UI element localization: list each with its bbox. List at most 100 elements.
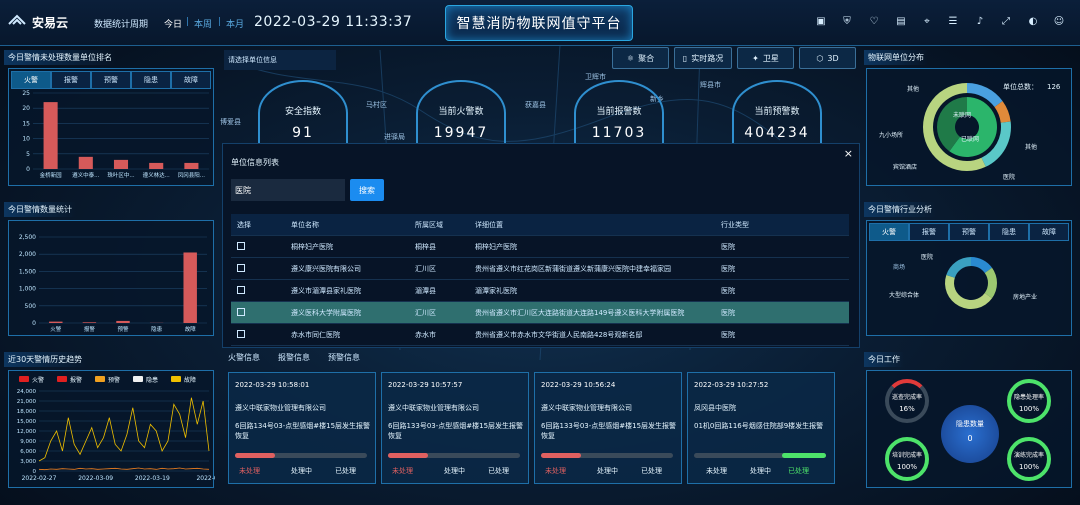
period-month[interactable]: 本月 — [226, 17, 244, 30]
card-org: 凤冈县中医院 — [694, 404, 736, 412]
bar — [78, 156, 93, 169]
y-tick-label: 6,000 — [20, 449, 36, 455]
unprocessed-ranking-panel: 火警 报警 预警 隐患 故障 0 5 10 15 20 25 金桥新园 遵义中泰... 珠叶区中… — [8, 68, 214, 186]
y-tick-label: 2,500 — [19, 234, 36, 241]
user-icon[interactable]: ☺ — [1053, 16, 1065, 28]
tab-warning-info[interactable]: 预警信息 — [328, 352, 360, 363]
y-tick-label: 0 — [26, 166, 30, 173]
progress-bar — [694, 453, 826, 458]
card-date: 2022-03-29 10:56:24 — [541, 381, 616, 389]
inner-label: 未联网 — [953, 111, 971, 119]
x-tick-label: 故障 — [185, 325, 197, 333]
ring-label: 培训完成率 — [891, 452, 922, 459]
row-checkbox[interactable] — [237, 263, 245, 272]
alarm-card[interactable]: 2022-03-29 10:56:24 遵义中联家物业管理有限公司 6回路133… — [534, 372, 682, 484]
col-name: 单位名称 — [291, 220, 319, 229]
period-week[interactable]: 本周 — [194, 17, 212, 30]
cell-name: 遵义市湄潭县家礼医院 — [291, 286, 361, 295]
map-label: 马村区 — [366, 101, 387, 109]
inner-label: 已联网 — [961, 135, 979, 143]
status-processing[interactable]: 处理中 — [597, 466, 618, 476]
alarm-card[interactable]: 2022-03-29 10:57:57 遵义中联家物业管理有限公司 6回路133… — [381, 372, 529, 484]
palette-icon[interactable]: ◐ — [1027, 16, 1039, 28]
status-processed[interactable]: 已处理 — [641, 466, 662, 476]
table-row[interactable]: 桐梓妇产医院 桐梓县 桐梓妇产医院 医院 — [231, 236, 849, 258]
alarm-card[interactable]: 2022-03-29 10:27:52 凤冈县中医院 01机0回路116号烟感住… — [687, 372, 835, 484]
satellite-button[interactable]: ✦ 卫星 — [737, 47, 794, 69]
row-checkbox[interactable] — [237, 329, 245, 338]
bar — [184, 162, 199, 169]
progress-bar — [541, 453, 673, 458]
shield-icon[interactable]: ⛨ — [841, 16, 853, 28]
3d-button[interactable]: ⬡ 3D — [799, 47, 856, 69]
row-checkbox[interactable] — [237, 307, 245, 316]
status-processing[interactable]: 处理中 — [444, 466, 465, 476]
search-button[interactable]: 搜索 — [350, 179, 384, 201]
tab-fire-info[interactable]: 火警信息 — [228, 352, 260, 363]
card-date: 2022-03-29 10:27:52 — [694, 381, 769, 389]
slice-label: 房地产业 — [1013, 293, 1037, 301]
status-unprocessed[interactable]: 未处理 — [239, 466, 260, 476]
search-input[interactable] — [231, 179, 345, 201]
period-label: 数据统计周期 — [94, 20, 149, 30]
bar — [113, 159, 129, 169]
card-org: 遵义中联家物业管理有限公司 — [388, 404, 479, 412]
status-unprocessed[interactable]: 未处理 — [706, 466, 727, 476]
drill-rate-ring: 演练完成率 100% — [1007, 437, 1051, 481]
status-unprocessed[interactable]: 未处理 — [392, 466, 413, 476]
ring-label: 隐患处理率 — [1013, 394, 1044, 401]
legend-label: 报警 — [70, 376, 82, 384]
hazard-count-value: 0 — [967, 434, 973, 443]
row-checkbox[interactable] — [237, 285, 245, 294]
slice-label: 九小场所 — [879, 131, 903, 139]
y-tick-label: 21,000 — [17, 399, 37, 405]
status-processing[interactable]: 处理中 — [291, 466, 312, 476]
building-icon[interactable]: ▤ — [895, 16, 907, 28]
table-row[interactable]: 赤水市同仁医院 赤水市 贵州省遵义市赤水市文华街道人民南路428号观新名邸 医院 — [231, 324, 849, 346]
status-processed[interactable]: 已处理 — [488, 466, 509, 476]
hazard-count-badge: 隐患数量 0 — [941, 405, 999, 463]
table-row[interactable]: 遵义市湄潭县家礼医院 湄潭县 湄潭家礼医院 医院 — [231, 280, 849, 302]
status-processed[interactable]: 已处理 — [335, 466, 356, 476]
status-processing[interactable]: 处理中 — [750, 466, 771, 476]
close-icon[interactable]: × — [844, 147, 853, 160]
status-processed[interactable]: 已处理 — [788, 466, 809, 476]
unit-select[interactable]: 请选择单位信息 — [224, 50, 336, 70]
unit-list-modal: 单位信息列表 × 搜索 选择 单位名称 所属区域 详细位置 行业类型 桐梓妇产医… — [222, 143, 860, 348]
cell-type: 医院 — [721, 330, 735, 339]
alarm-card[interactable]: 2022-03-29 10:58:01 遵义中联家物业管理有限公司 6回路134… — [228, 372, 376, 484]
heartbeat-icon[interactable]: ♡ — [868, 16, 880, 28]
bar — [149, 162, 164, 169]
location-icon[interactable]: ⌖ — [921, 16, 933, 28]
table-row[interactable]: 遵义康兴医院有限公司 汇川区 贵州省遵义市红花岗区新蒲街道遵义新蒲康兴医院中建幸… — [231, 258, 849, 280]
y-tick-label: 1,000 — [19, 286, 36, 293]
panel-title: 近30天警情历史趋势 — [4, 352, 87, 367]
x-tick-label: 2022-03 — [196, 475, 215, 482]
y-tick-label: 10 — [22, 136, 30, 143]
cluster-icon: ⚛ — [626, 53, 635, 63]
y-tick-label: 0 — [32, 320, 36, 327]
fullscreen-icon[interactable]: ⤢ — [1000, 16, 1012, 28]
center-label: 单位总数： — [1003, 82, 1038, 91]
kpi-safety-index: 安全指数 91 — [258, 80, 348, 146]
traffic-button[interactable]: ▯ 实时路况 — [674, 47, 732, 69]
cell-area: 桐梓县 — [415, 242, 436, 251]
col-select: 选择 — [237, 220, 251, 229]
table-row[interactable]: 遵义医科大学附属医院 汇川区 贵州省遵义市汇川区大连路街道大连路149号遵义医科… — [231, 302, 849, 324]
monitor-icon[interactable]: ▣ — [815, 16, 827, 28]
kpi-label: 当前报警数 — [596, 107, 642, 117]
series-line — [38, 467, 210, 471]
card-org: 遵义中联家物业管理有限公司 — [235, 404, 326, 412]
cell-type: 医院 — [721, 286, 735, 295]
document-icon[interactable]: ☰ — [947, 16, 959, 28]
speaker-icon[interactable]: ♪ — [974, 16, 986, 28]
status-unprocessed[interactable]: 未处理 — [545, 466, 566, 476]
tab-alarm-info[interactable]: 报警信息 — [278, 352, 310, 363]
period-today[interactable]: 今日 — [164, 17, 182, 30]
row-checkbox[interactable] — [237, 241, 245, 250]
bar — [116, 320, 130, 323]
progress-bar — [388, 453, 520, 458]
x-tick-label: 隐患 — [151, 325, 163, 333]
industry-donut-chart: 医院大型综合体 商场房地产业 — [889, 253, 1037, 309]
cluster-button[interactable]: ⚛ 聚合 — [612, 47, 669, 69]
